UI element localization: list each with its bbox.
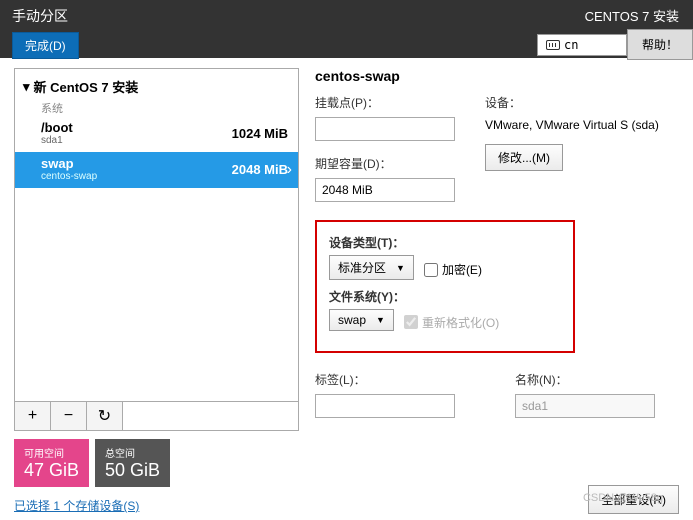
label-label: 标签(L)： — [315, 371, 455, 388]
name-input — [515, 394, 655, 418]
keyboard-layout[interactable]: cn — [537, 34, 627, 56]
capacity-input[interactable] — [315, 178, 455, 202]
encrypt-checkbox[interactable]: 加密(E) — [424, 261, 482, 278]
remove-partition-button[interactable]: − — [51, 402, 87, 430]
label-input[interactable] — [315, 394, 455, 418]
system-label: 系统 — [15, 100, 298, 116]
modify-button[interactable]: 修改...(M) — [485, 144, 563, 171]
keyboard-icon — [546, 40, 560, 50]
install-group-header[interactable]: ▾ 新 CentOS 7 安装 — [15, 69, 298, 100]
filesystem-select[interactable]: swap ▼ — [329, 309, 394, 331]
reset-all-button[interactable]: 全部重设(R) — [588, 485, 679, 514]
device-label: 设备： — [485, 94, 659, 111]
lang-code: cn — [564, 38, 578, 52]
refresh-button[interactable]: ↻ — [87, 402, 123, 430]
fs-label: 文件系统(Y)： — [329, 288, 561, 305]
device-text: VMware, VMware Virtual S (sda) — [485, 117, 659, 134]
chevron-down-icon: ▼ — [396, 263, 405, 273]
partition-panel: ▾ 新 CentOS 7 安装 系统 /boot sda1 1024 MiB s… — [14, 68, 299, 431]
total-space: 总空间 50 GiB — [95, 439, 170, 487]
reformat-checkbox: 重新格式化(O) — [404, 314, 499, 331]
mount-label: 挂载点(P)： — [315, 94, 455, 111]
partition-row-boot[interactable]: /boot sda1 1024 MiB — [15, 116, 298, 152]
type-label: 设备类型(T)： — [329, 234, 561, 251]
name-label: 名称(N)： — [515, 371, 655, 388]
chevron-down-icon: ▾ — [23, 79, 30, 95]
available-space: 可用空间 47 GiB — [14, 439, 89, 487]
device-type-section: 设备类型(T)： 标准分区 ▼ 加密(E) 文件系统(Y)： swap ▼ — [315, 220, 575, 353]
install-title: CENTOS 7 安装 — [585, 6, 693, 25]
add-partition-button[interactable]: + — [15, 402, 51, 430]
partition-row-swap[interactable]: swap centos-swap 2048 MiB › — [15, 152, 298, 188]
mount-input[interactable] — [315, 117, 455, 141]
page-title: 手动分区 — [12, 6, 79, 26]
help-button[interactable]: 帮助！ — [627, 29, 693, 60]
capacity-label: 期望容量(D)： — [315, 155, 455, 172]
chevron-right-icon: › — [287, 161, 292, 179]
chevron-down-icon: ▼ — [376, 315, 385, 325]
done-button[interactable]: 完成(D) — [12, 32, 79, 59]
device-type-select[interactable]: 标准分区 ▼ — [329, 255, 414, 280]
section-title: centos-swap — [315, 68, 679, 84]
storage-devices-link[interactable]: 已选择 1 个存储设备(S) — [14, 497, 299, 514]
